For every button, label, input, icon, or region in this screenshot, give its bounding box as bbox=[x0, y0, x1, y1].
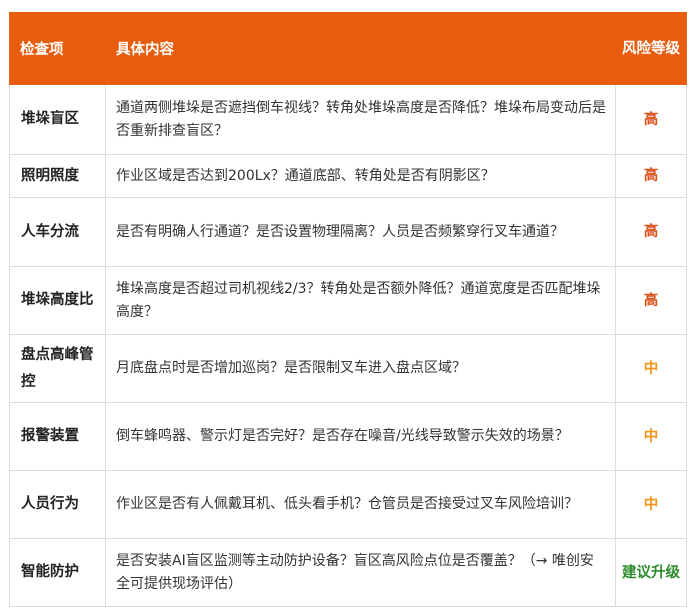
table-row: 堆垛盲区 通道两侧堆垛是否遮挡倒车视线？转角处堆垛高度是否降低？堆垛布局变动后是… bbox=[9, 84, 687, 155]
row-content: 是否有明确人行通道？是否设置物理隔离？人员是否频繁穿行叉车通道？ bbox=[105, 197, 616, 267]
row-level: 中 bbox=[615, 470, 687, 539]
row-item: 盘点高峰管控 bbox=[9, 334, 106, 403]
row-item: 人员行为 bbox=[9, 470, 106, 539]
row-item: 人车分流 bbox=[9, 197, 106, 267]
table-row: 堆垛高度比 堆垛高度是否超过司机视线2/3？转角处是否额外降低？通道宽度是否匹配… bbox=[9, 266, 687, 335]
row-content: 作业区是否有人佩戴耳机、低头看手机？仓管员是否接受过叉车风险培训？ bbox=[105, 470, 616, 539]
row-content: 月底盘点时是否增加巡岗？是否限制叉车进入盘点区域？ bbox=[105, 334, 616, 403]
header-item: 检查项 bbox=[9, 12, 106, 85]
table-row: 盘点高峰管控 月底盘点时是否增加巡岗？是否限制叉车进入盘点区域？ 中 bbox=[9, 334, 687, 403]
row-item: 堆垛高度比 bbox=[9, 266, 106, 335]
row-level: 高 bbox=[615, 84, 687, 155]
row-content: 通道两侧堆垛是否遮挡倒车视线？转角处堆垛高度是否降低？堆垛布局变动后是否重新排查… bbox=[105, 84, 616, 155]
row-level: 高 bbox=[615, 266, 687, 335]
header-level: 风险等级 bbox=[615, 12, 687, 85]
table-row: 人车分流 是否有明确人行通道？是否设置物理隔离？人员是否频繁穿行叉车通道？ 高 bbox=[9, 197, 687, 267]
row-content: 作业区域是否达到200Lx？通道底部、转角处是否有阴影区？ bbox=[105, 154, 616, 198]
row-level: 高 bbox=[615, 197, 687, 267]
row-item: 智能防护 bbox=[9, 538, 106, 607]
risk-checklist-table: 检查项 具体内容 风险等级 堆垛盲区 通道两侧堆垛是否遮挡倒车视线？转角处堆垛高… bbox=[9, 12, 687, 607]
row-content: 倒车蜂鸣器、警示灯是否完好？是否存在噪音/光线导致警示失效的场景？ bbox=[105, 402, 616, 471]
row-content: 是否安装AI盲区监测等主动防护设备？盲区高风险点位是否覆盖？（→ 唯创安全可提供… bbox=[105, 538, 616, 607]
row-level: 中 bbox=[615, 402, 687, 471]
row-content: 堆垛高度是否超过司机视线2/3？转角处是否额外降低？通道宽度是否匹配堆垛高度？ bbox=[105, 266, 616, 335]
row-item: 堆垛盲区 bbox=[9, 84, 106, 155]
row-item: 照明照度 bbox=[9, 154, 106, 198]
table-row: 人员行为 作业区是否有人佩戴耳机、低头看手机？仓管员是否接受过叉车风险培训？ 中 bbox=[9, 470, 687, 539]
table-row: 报警装置 倒车蜂鸣器、警示灯是否完好？是否存在噪音/光线导致警示失效的场景？ 中 bbox=[9, 402, 687, 471]
table-header-row: 检查项 具体内容 风险等级 bbox=[9, 12, 687, 85]
risk-checklist-container: 检查项 具体内容 风险等级 堆垛盲区 通道两侧堆垛是否遮挡倒车视线？转角处堆垛高… bbox=[9, 12, 687, 607]
row-level: 建议升级 bbox=[615, 538, 687, 607]
row-item: 报警装置 bbox=[9, 402, 106, 471]
table-row: 智能防护 是否安装AI盲区监测等主动防护设备？盲区高风险点位是否覆盖？（→ 唯创… bbox=[9, 538, 687, 607]
header-content: 具体内容 bbox=[105, 12, 616, 85]
table-row: 照明照度 作业区域是否达到200Lx？通道底部、转角处是否有阴影区？ 高 bbox=[9, 154, 687, 198]
row-level: 中 bbox=[615, 334, 687, 403]
row-level: 高 bbox=[615, 154, 687, 198]
